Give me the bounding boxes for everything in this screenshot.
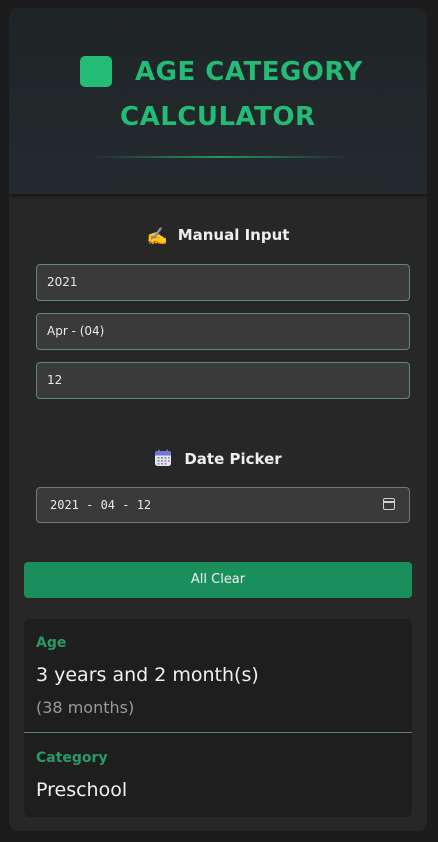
calculator-card: AGE CATEGORY CALCULATOR ✍️ Manual Input 2… — [9, 8, 427, 831]
day-input[interactable]: 12 — [36, 362, 410, 399]
year-input[interactable]: 2021 — [36, 264, 410, 301]
month-select[interactable]: Apr - (04) — [36, 313, 410, 350]
writing-hand-icon: ✍️ — [146, 227, 168, 247]
calendar-picker-icon[interactable] — [383, 498, 395, 510]
age-label: Age — [36, 635, 67, 651]
category-value: Preschool — [36, 779, 128, 801]
manual-input-heading: ✍️ Manual Input — [9, 226, 427, 247]
date-picker-value: 2021 - 04 - 12 — [50, 498, 152, 512]
category-label: Category — [36, 750, 108, 766]
age-value: 3 years and 2 month(s) — [36, 664, 259, 686]
title-divider — [89, 156, 351, 158]
date-picker-title: Date Picker — [184, 450, 282, 468]
result-divider — [24, 732, 412, 733]
all-clear-button[interactable]: All Clear — [24, 562, 412, 598]
logo-icon — [80, 56, 112, 87]
age-months: (38 months) — [36, 698, 135, 717]
date-picker-heading: Date Picker — [9, 449, 427, 468]
manual-input-title: Manual Input — [177, 226, 290, 244]
page-title-line-2: CALCULATOR — [120, 102, 316, 132]
calendar-icon — [155, 449, 172, 466]
page-title-line-1: AGE CATEGORY — [135, 57, 363, 87]
result-panel: Age 3 years and 2 month(s) (38 months) C… — [24, 619, 412, 817]
date-picker-input[interactable]: 2021 - 04 - 12 — [36, 487, 410, 523]
header: AGE CATEGORY CALCULATOR — [9, 8, 427, 194]
